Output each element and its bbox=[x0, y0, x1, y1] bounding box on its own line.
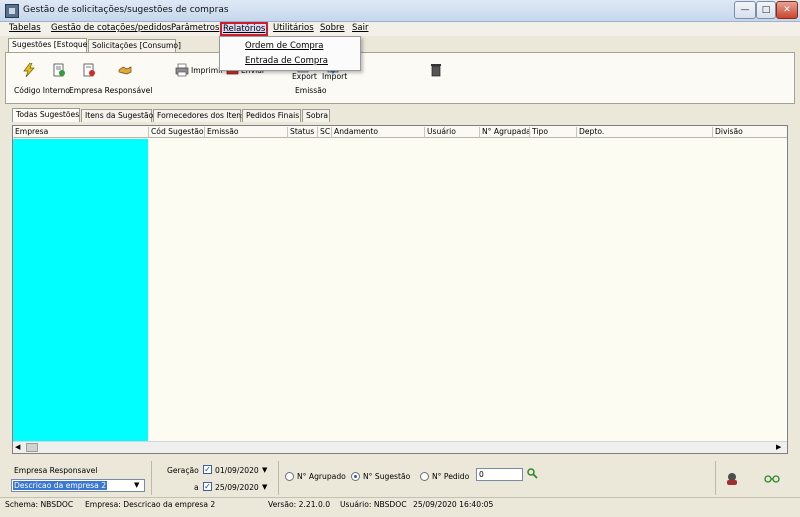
tab-fornecedores-dos-itens[interactable]: Fornecedores dos Itens bbox=[153, 109, 245, 122]
horizontal-scrollbar[interactable] bbox=[13, 441, 787, 453]
menu-tabelas[interactable]: Tabelas bbox=[9, 23, 41, 33]
search-icon[interactable] bbox=[526, 467, 538, 479]
emissao-label: Emissão bbox=[295, 86, 327, 95]
radio-n-pedido[interactable] bbox=[420, 472, 429, 481]
col-depto[interactable]: Depto. bbox=[576, 127, 712, 138]
suggestion-header-panel bbox=[5, 52, 795, 104]
app-icon bbox=[5, 4, 19, 18]
tab-itens-da-sugestao[interactable]: Itens da Sugestão bbox=[81, 109, 153, 122]
scroll-left-icon[interactable]: ◀ bbox=[15, 443, 23, 451]
menu-sobre[interactable]: Sobre bbox=[320, 23, 345, 33]
trash-icon[interactable] bbox=[429, 63, 443, 77]
chevron-down-icon[interactable]: ▼ bbox=[134, 481, 139, 489]
col-andamento[interactable]: Andamento bbox=[331, 127, 424, 138]
user-config-icon[interactable] bbox=[725, 472, 739, 486]
date-to-value[interactable]: 25/09/2020 bbox=[215, 483, 259, 492]
import-label[interactable]: Import bbox=[322, 72, 347, 81]
col-n-agrupada[interactable]: N° Agrupada bbox=[479, 127, 531, 138]
radio-n-sugestao-label[interactable]: N° Sugestão bbox=[363, 472, 410, 481]
tab-todas-sugestoes[interactable]: Todas Sugestões bbox=[12, 108, 80, 122]
handshake-icon[interactable] bbox=[118, 63, 132, 77]
tab-solicitacoes-consumo[interactable]: Solicitações [Consumo] bbox=[88, 39, 181, 52]
col-empresa[interactable]: Empresa bbox=[13, 127, 148, 138]
date-from-checkbox[interactable]: ✓ bbox=[203, 465, 212, 474]
empresa-responsavel-value[interactable]: Descricao da empresa 2 bbox=[13, 481, 108, 490]
document-add-icon[interactable] bbox=[52, 63, 66, 77]
scroll-thumb[interactable] bbox=[26, 443, 38, 452]
col-emissao[interactable]: Emissão bbox=[204, 127, 286, 138]
close-button[interactable]: ✕ bbox=[776, 1, 798, 19]
geracao-label: Geração bbox=[167, 466, 199, 475]
codigo-interno-label: Código Interno bbox=[14, 86, 70, 95]
scroll-right-icon[interactable]: ▶ bbox=[776, 443, 784, 451]
menu-parametros[interactable]: Parâmetros bbox=[171, 23, 219, 33]
menu-relatorios[interactable]: Relatórios bbox=[220, 22, 269, 36]
maximize-button[interactable]: □ bbox=[756, 1, 776, 19]
separator bbox=[278, 461, 279, 495]
radio-n-agrupado-label[interactable]: N° Agrupado bbox=[297, 472, 346, 481]
radio-n-pedido-label[interactable]: N° Pedido bbox=[432, 472, 469, 481]
document-delete-icon[interactable] bbox=[82, 63, 96, 77]
col-tipo[interactable]: Tipo bbox=[529, 127, 576, 138]
tab-sugestoes-estoque[interactable]: Sugestões [Estoque] bbox=[8, 38, 90, 52]
date-to-checkbox[interactable]: ✓ bbox=[203, 482, 212, 491]
col-cod-sugestao[interactable]: Cód Sugestão bbox=[148, 127, 204, 138]
col-sc[interactable]: SC bbox=[317, 127, 331, 138]
menu-gestao-cotacoes[interactable]: Gestão de cotações/pedidos bbox=[51, 23, 171, 33]
radio-n-sugestao[interactable] bbox=[351, 472, 360, 481]
separator bbox=[715, 461, 716, 495]
date-to-prefix: a bbox=[194, 483, 199, 492]
glasses-icon[interactable] bbox=[764, 472, 780, 484]
col-status[interactable]: Status bbox=[287, 127, 317, 138]
window-title: Gestão de solicitações/sugestões de comp… bbox=[23, 5, 229, 15]
number-input-value[interactable]: 0 bbox=[479, 470, 484, 479]
printer-icon[interactable] bbox=[175, 63, 189, 77]
status-usuario: Usuário: NBSDOC bbox=[340, 500, 407, 509]
status-schema: Schema: NBSDOC bbox=[5, 500, 74, 509]
col-divisao[interactable]: Divisão bbox=[712, 127, 787, 138]
minimize-button[interactable]: — bbox=[734, 1, 756, 19]
tab-sobra[interactable]: Sobra bbox=[302, 109, 330, 122]
menu-entrada-de-compra[interactable]: Entrada de Compra bbox=[245, 56, 328, 66]
status-versao: Versão: 2.21.0.0 bbox=[268, 500, 331, 509]
tab-pedidos-finais[interactable]: Pedidos Finais bbox=[242, 109, 301, 122]
date-from-dropdown-icon[interactable]: ▼ bbox=[262, 466, 267, 474]
date-from-value[interactable]: 01/09/2020 bbox=[215, 466, 259, 475]
empresa-responsavel-filter-label: Empresa Responsavel bbox=[14, 466, 98, 475]
col-usuario[interactable]: Usuário bbox=[424, 127, 479, 138]
separator bbox=[151, 461, 152, 495]
empresa-column-highlight bbox=[13, 139, 148, 441]
empresa-responsavel-label: Empresa Responsável bbox=[69, 86, 153, 95]
status-empresa: Empresa: Descricao da empresa 2 bbox=[85, 500, 216, 509]
status-datetime: 25/09/2020 16:40:05 bbox=[413, 500, 494, 509]
radio-n-agrupado[interactable] bbox=[285, 472, 294, 481]
export-label[interactable]: Export bbox=[292, 72, 317, 81]
menu-utilitarios[interactable]: Utilitários bbox=[273, 23, 314, 33]
menu-ordem-de-compra[interactable]: Ordem de Compra bbox=[245, 41, 323, 51]
date-to-dropdown-icon[interactable]: ▼ bbox=[262, 483, 267, 491]
lightning-icon[interactable] bbox=[22, 63, 36, 77]
menu-sair[interactable]: Sair bbox=[352, 23, 368, 33]
